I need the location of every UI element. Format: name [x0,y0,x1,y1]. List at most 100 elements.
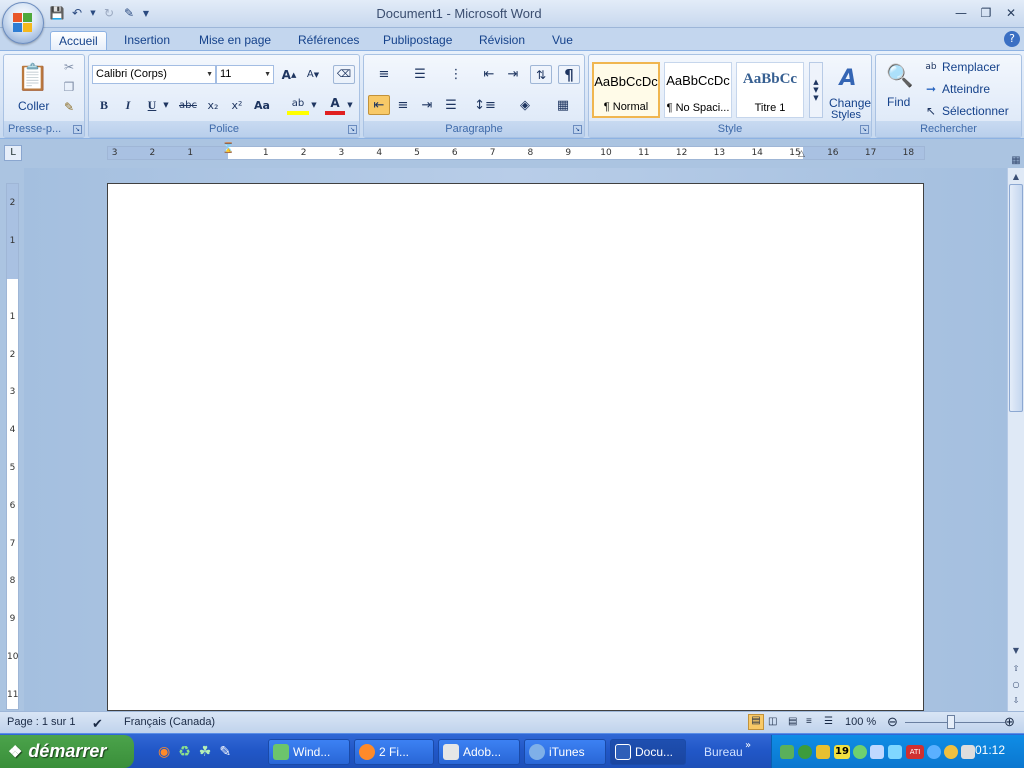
find-label[interactable]: Find [887,95,910,109]
tray-globe-icon[interactable] [944,745,958,759]
tray-search-icon[interactable] [927,745,941,759]
style-no-spacing[interactable]: AaBbCcDc ¶ No Spaci... [664,62,732,118]
increase-indent-icon[interactable]: ⇥ [502,65,524,84]
start-button[interactable]: ❖ démarrer [0,735,134,768]
replace-label[interactable]: Remplacer [942,60,1000,74]
show-formatting-icon[interactable]: ¶ [558,65,580,84]
change-styles-label[interactable]: Change [829,96,871,110]
clipboard-launcher-icon[interactable]: ↘ [73,125,82,134]
find-icon[interactable]: 🔍 [882,59,918,93]
tray-security-icon[interactable] [816,745,830,759]
zoom-slider[interactable] [905,722,1005,723]
format-painter-icon[interactable]: ✎ [60,99,78,115]
grow-font-button[interactable]: A ▲ [279,65,299,84]
select-icon[interactable]: ↖ [923,103,939,119]
multilevel-list-icon[interactable]: ⋮ [440,65,472,84]
close-button[interactable]: ✕ [1000,4,1022,22]
tab-vue[interactable]: Vue [544,31,581,50]
paragraph-launcher-icon[interactable]: ↘ [573,125,582,134]
clear-formatting-icon[interactable]: ⌫ [333,65,355,84]
cut-icon[interactable]: ✂ [60,59,78,75]
draft-icon[interactable]: ☰ [824,716,833,727]
next-page-icon[interactable]: ⇩ [1008,694,1024,708]
tray-calendar-icon[interactable]: 19 [834,745,850,759]
align-left-icon[interactable]: ⇤ [368,95,390,115]
strikethrough-button[interactable]: abc [177,95,199,115]
horizontal-ruler[interactable]: 3 2 1 1 2 3 4 5 6 7 8 9 10 11 12 13 14 15 16 17 18 ⌛ △ [107,143,925,160]
font-launcher-icon[interactable]: ↘ [348,125,357,134]
highlight-dropdown-icon[interactable]: ▼ [309,95,319,115]
previous-page-icon[interactable]: ⇧ [1008,662,1024,676]
tray-ati-icon[interactable]: ATI [906,745,924,759]
refresh-icon[interactable]: ♻ [178,744,191,760]
bureau-toolbar[interactable]: Bureau [704,745,743,759]
style-normal[interactable]: AaBbCcDc ¶ Normal [592,62,660,118]
change-case-button[interactable]: Aa [251,95,273,115]
line-spacing-icon[interactable]: ↕≡ [468,95,502,115]
tab-accueil[interactable]: Accueil [50,31,107,50]
tab-selector[interactable]: L [4,145,22,161]
borders-icon[interactable]: ▦ [546,95,580,115]
ruler-toggle-icon[interactable]: ▦ [1008,154,1024,168]
browse-object-icon[interactable]: ○ [1008,678,1024,692]
shading-icon[interactable]: ◈ [508,95,542,115]
goto-icon[interactable]: ➞ [923,81,939,97]
tray-refresh-icon[interactable] [798,745,812,759]
zoom-level[interactable]: 100 % [845,716,876,728]
maximize-button[interactable]: ❐ [975,4,997,22]
office-button[interactable] [2,2,44,44]
print-layout-icon[interactable]: ▤ [748,714,764,730]
shrink-font-button[interactable]: A ▼ [303,65,323,84]
italic-button[interactable]: I [119,95,137,115]
help-icon[interactable]: ? [1004,31,1020,47]
tray-sync-icon[interactable] [888,745,902,759]
sort-icon[interactable]: ⇅ [530,65,552,84]
justify-icon[interactable]: ☰ [440,95,462,115]
taskbar-item-firefox[interactable]: 2 Fi... [354,739,434,765]
proofing-icon[interactable]: ✔ [92,716,103,732]
edit-icon[interactable]: ✎ [219,744,231,760]
paste-label[interactable]: Coller [18,99,49,113]
tray-network-icon[interactable] [870,745,884,759]
taskbar-item-itunes[interactable]: iTunes [524,739,606,765]
change-styles-label-2[interactable]: Styles [831,109,861,121]
vertical-scrollbar[interactable]: ▦ ▲ ▼ ⇧ ○ ⇩ [1007,155,1024,711]
right-indent-marker-icon[interactable]: △ [798,149,805,159]
font-color-dropdown-icon[interactable]: ▼ [345,95,355,115]
zoom-in-icon[interactable]: ⊕ [1004,714,1015,730]
tray-messenger-icon[interactable] [853,745,867,759]
bold-button[interactable]: B [95,95,113,115]
numbering-icon[interactable]: ☰ [404,65,436,84]
full-screen-reading-icon[interactable]: ◫ [768,716,777,727]
align-right-icon[interactable]: ⇥ [416,95,438,115]
font-size-combo[interactable]: 11 ▼ [216,65,274,84]
font-name-combo[interactable]: Calibri (Corps) ▼ [92,65,216,84]
vertical-ruler[interactable]: 2 1 1 2 3 4 5 6 7 8 9 10 11 [6,183,19,710]
bullets-icon[interactable]: ≡ [368,65,400,84]
zoom-slider-thumb[interactable] [947,715,955,729]
paste-icon[interactable]: 📋 [12,59,54,97]
decrease-indent-icon[interactable]: ⇤ [478,65,500,84]
tray-app-icon[interactable] [780,745,794,759]
tab-publipostage[interactable]: Publipostage [375,31,460,50]
language-indicator[interactable]: Français (Canada) [124,716,215,728]
highlight-icon[interactable]: ab [287,95,309,115]
zoom-out-icon[interactable]: ⊖ [887,714,898,730]
outline-icon[interactable]: ≡ [806,716,812,727]
tab-insertion[interactable]: Insertion [116,31,178,50]
style-titre-1[interactable]: AaBbCc Titre 1 [736,62,804,118]
tab-references[interactable]: Références [290,31,367,50]
style-gallery-scroll[interactable]: ▲ ▼ ▼ [809,62,823,118]
taskbar-item-word[interactable]: Docu... [610,739,686,765]
goto-label[interactable]: Atteindre [942,82,990,96]
subscript-button[interactable]: x₂ [203,95,223,115]
page-count[interactable]: Page : 1 sur 1 [7,716,76,728]
tab-mise-en-page[interactable]: Mise en page [191,31,279,50]
copy-icon[interactable]: ❐ [60,79,78,95]
underline-button[interactable]: U [143,95,161,115]
taskbar-item-adobe[interactable]: Adob... [438,739,520,765]
scroll-down-icon[interactable]: ▼ [1008,644,1024,658]
underline-dropdown-icon[interactable]: ▼ [161,95,171,115]
document-page[interactable] [107,183,924,711]
taskbar-item-windows[interactable]: Wind... [268,739,350,765]
